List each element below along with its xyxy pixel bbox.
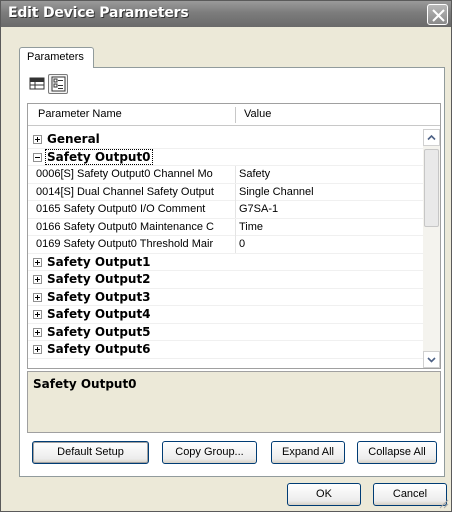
parameter-name: 0166 Safety Output0 Maintenance C bbox=[36, 220, 214, 233]
parameter-name: 0169 Safety Output0 Threshold Mair bbox=[36, 238, 214, 250]
expand-icon[interactable] bbox=[33, 310, 42, 319]
default-setup-button[interactable]: Default Setup bbox=[32, 441, 149, 464]
category-view-icon bbox=[51, 76, 66, 92]
scroll-thumb[interactable] bbox=[424, 149, 439, 227]
parameter-grid: Parameter Name Value General Safety Outpu… bbox=[27, 103, 441, 369]
column-divider[interactable] bbox=[235, 107, 236, 123]
group-label: Safety Output0 bbox=[45, 148, 153, 165]
title-bar[interactable]: Edit Device Parameters bbox=[1, 1, 451, 27]
group-label: Safety Output2 bbox=[47, 272, 151, 286]
chevron-down-icon bbox=[427, 357, 436, 363]
close-icon bbox=[432, 9, 445, 22]
group-row[interactable]: Safety Output0 bbox=[28, 148, 423, 166]
parameter-row[interactable]: 0166 Safety Output0 Maintenance C Time bbox=[28, 218, 423, 236]
column-header-parameter-name[interactable]: Parameter Name bbox=[38, 108, 122, 120]
category-view-button[interactable] bbox=[48, 74, 68, 94]
group-label: Safety Output6 bbox=[47, 342, 151, 356]
cell-divider bbox=[235, 183, 236, 201]
expand-icon[interactable] bbox=[33, 135, 42, 144]
description-title: Safety Output0 bbox=[33, 377, 137, 391]
vertical-scrollbar[interactable] bbox=[423, 129, 440, 368]
expand-icon[interactable] bbox=[33, 327, 42, 337]
grid-view-icon bbox=[29, 77, 45, 90]
parameter-row[interactable]: 0165 Safety Output0 I/O Comment G7SA-1 bbox=[28, 201, 423, 219]
parameter-name: 0014[S] Dual Channel Safety Output bbox=[36, 185, 214, 198]
parameter-value[interactable]: Time bbox=[239, 221, 263, 233]
copy-group-button[interactable]: Copy Group... bbox=[162, 441, 257, 464]
group-row[interactable]: Safety Output1 bbox=[28, 254, 423, 271]
collapse-all-label: Collapse All bbox=[368, 446, 426, 458]
group-label: General bbox=[47, 132, 100, 146]
group-row[interactable]: Safety Output5 bbox=[28, 324, 423, 341]
dialog-window: Edit Device Parameters Parameters Parame… bbox=[0, 0, 452, 512]
expand-icon[interactable] bbox=[33, 292, 42, 302]
group-label: Safety Output3 bbox=[47, 289, 151, 304]
resize-grip-icon[interactable] bbox=[437, 497, 449, 509]
expand-icon[interactable] bbox=[33, 345, 42, 354]
cell-divider bbox=[235, 166, 236, 183]
cell-divider bbox=[235, 218, 236, 236]
description-pane: Safety Output0 bbox=[27, 371, 441, 433]
collapse-all-button[interactable]: Collapse All bbox=[357, 441, 437, 464]
group-row[interactable]: Safety Output3 bbox=[28, 289, 423, 306]
expand-all-button[interactable]: Expand All bbox=[271, 441, 345, 464]
tab-parameters-label: Parameters bbox=[27, 51, 84, 63]
cancel-label: Cancel bbox=[392, 488, 428, 500]
chevron-up-icon bbox=[427, 134, 436, 141]
parameter-value[interactable]: Safety bbox=[239, 168, 270, 180]
parameter-row[interactable]: 0006[S] Safety Output0 Channel Mo Safety bbox=[28, 166, 423, 184]
cancel-button[interactable]: Cancel bbox=[373, 483, 447, 506]
group-row[interactable]: General bbox=[28, 131, 423, 149]
cell-divider bbox=[235, 201, 236, 218]
copy-group-label: Copy Group... bbox=[175, 446, 244, 458]
group-row[interactable]: Safety Output4 bbox=[28, 306, 423, 324]
expand-icon[interactable] bbox=[33, 257, 42, 267]
group-row[interactable]: Safety Output6 bbox=[28, 341, 423, 359]
parameter-name: 0165 Safety Output0 I/O Comment bbox=[36, 203, 206, 215]
close-button[interactable] bbox=[427, 4, 448, 25]
expand-icon[interactable] bbox=[33, 275, 42, 284]
default-setup-label: Default Setup bbox=[57, 446, 124, 458]
parameter-value[interactable]: 0 bbox=[239, 238, 245, 250]
cell-divider bbox=[235, 236, 236, 253]
group-label: Safety Output1 bbox=[47, 254, 151, 269]
parameter-value[interactable]: G7SA-1 bbox=[239, 203, 278, 215]
column-header-value[interactable]: Value bbox=[244, 108, 271, 120]
group-label: Safety Output5 bbox=[47, 324, 151, 339]
ok-button[interactable]: OK bbox=[287, 483, 361, 506]
grid-rows: General Safety Output0 0006[S] Safety Outp… bbox=[28, 131, 423, 359]
parameter-row[interactable]: 0014[S] Dual Channel Safety Output Single… bbox=[28, 183, 423, 201]
window-title: Edit Device Parameters bbox=[8, 5, 189, 21]
grid-header: Parameter Name Value bbox=[28, 104, 440, 126]
expand-all-label: Expand All bbox=[282, 446, 334, 458]
scroll-up-button[interactable] bbox=[423, 129, 440, 146]
tab-parameters[interactable]: Parameters bbox=[19, 47, 94, 68]
parameter-name: 0006[S] Safety Output0 Channel Mo bbox=[36, 168, 213, 180]
group-row[interactable]: Safety Output2 bbox=[28, 271, 423, 289]
collapse-icon[interactable] bbox=[33, 152, 42, 162]
parameter-value[interactable]: Single Channel bbox=[239, 186, 314, 198]
scroll-down-button[interactable] bbox=[423, 351, 440, 368]
group-label: Safety Output4 bbox=[47, 307, 151, 321]
parameter-row[interactable]: 0169 Safety Output0 Threshold Mair 0 bbox=[28, 236, 423, 254]
grid-view-button[interactable] bbox=[27, 74, 47, 94]
ok-label: OK bbox=[316, 488, 332, 500]
